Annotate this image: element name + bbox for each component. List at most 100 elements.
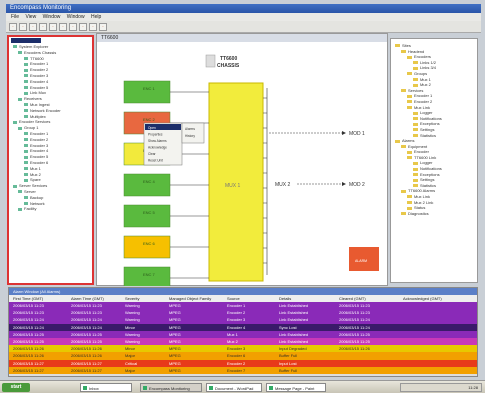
table-row[interactable]: 2006/03/15 11:25 2006/03/15 11:25 Warning M…: [9, 338, 477, 346]
table-cell: 2006/03/15 11:27: [71, 360, 102, 366]
print-icon[interactable]: ·: [79, 23, 87, 31]
column-header[interactable]: Details: [279, 295, 291, 302]
diagram-tab[interactable]: TT6600: [97, 34, 387, 42]
column-header[interactable]: Acknowledged (GMT): [403, 295, 442, 302]
table-row[interactable]: 2006/03/15 11:27 2006/03/15 11:27 Critical…: [9, 359, 477, 367]
paste-icon[interactable]: ·: [59, 23, 67, 31]
alarm-grid: Alarm Window (All Alarms) First Time (GM…: [8, 287, 478, 377]
encoder-block[interactable]: [123, 235, 171, 259]
menu-window[interactable]: Window: [43, 14, 61, 20]
table-row[interactable]: 2006/03/15 11:26 2006/03/15 11:26 Minor MPE…: [9, 345, 477, 353]
encoder-block[interactable]: [123, 80, 171, 104]
tree-item-label: Encoders Chassis: [24, 49, 57, 55]
table-cell: 2006/03/15 11:24: [339, 324, 370, 330]
folder-icon: [407, 201, 412, 205]
tree-item-label: Notifications: [420, 166, 442, 172]
folder-icon: [413, 111, 418, 115]
table-row[interactable]: 2006/03/15 11:24 2006/03/15 11:24 Warning M…: [9, 316, 477, 324]
help-icon[interactable]: ·: [99, 23, 107, 31]
table-cell: 2006/03/15 11:24: [13, 317, 44, 323]
tree-item-label: TT6600 Link: [414, 154, 437, 160]
column-header[interactable]: Cleared (GMT): [339, 295, 366, 302]
table-row[interactable]: 2006/03/15 11:23 2006/03/15 11:23 Warning M…: [9, 309, 477, 317]
context-menu-item[interactable]: Open: [148, 126, 156, 130]
context-submenu-item[interactable]: Alarms: [185, 127, 195, 131]
taskbar-item-label: Encompass Monitoring: [149, 386, 190, 391]
table-row[interactable]: 2006/03/15 11:23 2006/03/15 11:23 Warning M…: [9, 302, 477, 310]
table-row[interactable]: 2006/03/15 11:25 2006/03/15 11:25 Warning M…: [9, 330, 477, 338]
column-header[interactable]: Source: [227, 295, 240, 302]
context-menu-item[interactable]: Show Alarms: [148, 139, 167, 143]
new-icon[interactable]: ·: [9, 23, 17, 31]
tree-item-label: Encoder 4: [30, 78, 49, 84]
start-button[interactable]: start: [2, 383, 30, 392]
context-menu-item[interactable]: Clear: [148, 152, 157, 156]
encoder-block-label: ENC 4: [143, 179, 156, 184]
folder-icon: [401, 145, 406, 149]
tree-item-label: Mux Link: [414, 194, 431, 200]
alarm-grid-title: Alarm Window (All Alarms): [9, 288, 477, 295]
menu-help[interactable]: Help: [91, 14, 101, 20]
tree-item[interactable]: Facility: [13, 206, 61, 212]
copy-icon[interactable]: ·: [49, 23, 57, 31]
taskbar-item-monitoring[interactable]: Encompass Monitoring: [140, 383, 202, 392]
folder-icon: [401, 50, 406, 54]
table-cell: Encoder 4: [227, 324, 246, 330]
column-header[interactable]: Managed Object Family: [169, 295, 211, 302]
column-header[interactable]: First Time (GMT): [13, 295, 43, 302]
context-menu-item[interactable]: Properties: [148, 133, 163, 137]
menu-view[interactable]: View: [25, 14, 36, 20]
table-cell: 2006/03/15 11:26: [13, 353, 44, 359]
tree-item-label: Link Mux: [30, 90, 47, 96]
taskbar-item-wordpad[interactable]: Document - WordPad: [206, 383, 262, 392]
table-cell: Mux 1: [227, 331, 238, 337]
folder-icon: [413, 173, 418, 177]
table-cell: Warning: [125, 331, 140, 337]
table-cell: Critical: [125, 360, 138, 366]
cut-icon[interactable]: ·: [39, 23, 47, 31]
table-row[interactable]: 2006/03/15 11:26 2006/03/15 11:26 Major MPE…: [9, 352, 477, 360]
table-row[interactable]: 2006/03/15 11:27 2006/03/15 11:27 Major MPE…: [9, 366, 477, 374]
tree-item-label: Encoder 2: [30, 136, 49, 142]
menu-file[interactable]: File: [11, 14, 19, 20]
context-submenu-item[interactable]: History: [185, 134, 195, 138]
node-icon: [24, 109, 28, 113]
tree-item-label: Statistics: [420, 132, 437, 138]
folder-icon: [395, 44, 400, 48]
taskbar-item-paint[interactable]: Message Page - Paint: [266, 383, 326, 392]
column-header[interactable]: Severity: [125, 295, 139, 302]
column-header[interactable]: Alarm Time (GMT): [71, 295, 104, 302]
tree-item[interactable]: Diagnostics: [395, 211, 442, 217]
table-cell: 2006/03/15 11:25: [339, 331, 370, 337]
mod-2-label[interactable]: MOD 2: [349, 182, 365, 188]
save-icon[interactable]: ·: [29, 23, 37, 31]
tree-item-label: Encoder 3: [30, 142, 49, 148]
table-cell: 2006/03/15 11:25: [13, 339, 44, 344]
encoder-block[interactable]: [123, 204, 171, 228]
tree-item-label: Multiplex: [30, 113, 46, 119]
menu-window-2[interactable]: Window: [67, 14, 85, 20]
undo-icon[interactable]: ·: [69, 23, 77, 31]
tree-item-label: Mux 2 Link: [414, 199, 434, 205]
mod-1-label[interactable]: MOD 1: [349, 131, 365, 137]
taskbar-item-inbox[interactable]: Inbox: [80, 383, 132, 392]
table-cell: Buffer Full: [279, 367, 298, 373]
diagram-panel: TT6600 TT6600CHASSISMUX 1ENC 1ENC 2ENC 3…: [96, 33, 388, 286]
open-icon[interactable]: ·: [19, 23, 27, 31]
table-cell: 2006/03/15 11:23: [71, 303, 102, 308]
context-submenu: [181, 122, 205, 144]
context-menu-item[interactable]: Acknowledge: [148, 146, 167, 150]
folder-icon: [413, 133, 418, 137]
window-title-bar: Encompass Monitoring: [6, 4, 481, 13]
encoder-block[interactable]: [123, 173, 171, 197]
folder-icon: [401, 212, 406, 216]
node-icon: [24, 138, 28, 142]
table-cell: 2006/03/15 11:25: [13, 331, 44, 337]
table-cell: 2006/03/15 11:27: [13, 360, 44, 366]
chassis-title: TT6600: [220, 56, 237, 62]
tree-item-label: Mux 1: [420, 76, 431, 82]
context-menu-item[interactable]: Reset Unit: [148, 159, 163, 163]
table-row[interactable]: 2006/03/15 11:24 2006/03/15 11:24 Minor MPE…: [9, 323, 477, 331]
mux-1-block[interactable]: [208, 82, 264, 282]
alarm-icon[interactable]: ·: [89, 23, 97, 31]
